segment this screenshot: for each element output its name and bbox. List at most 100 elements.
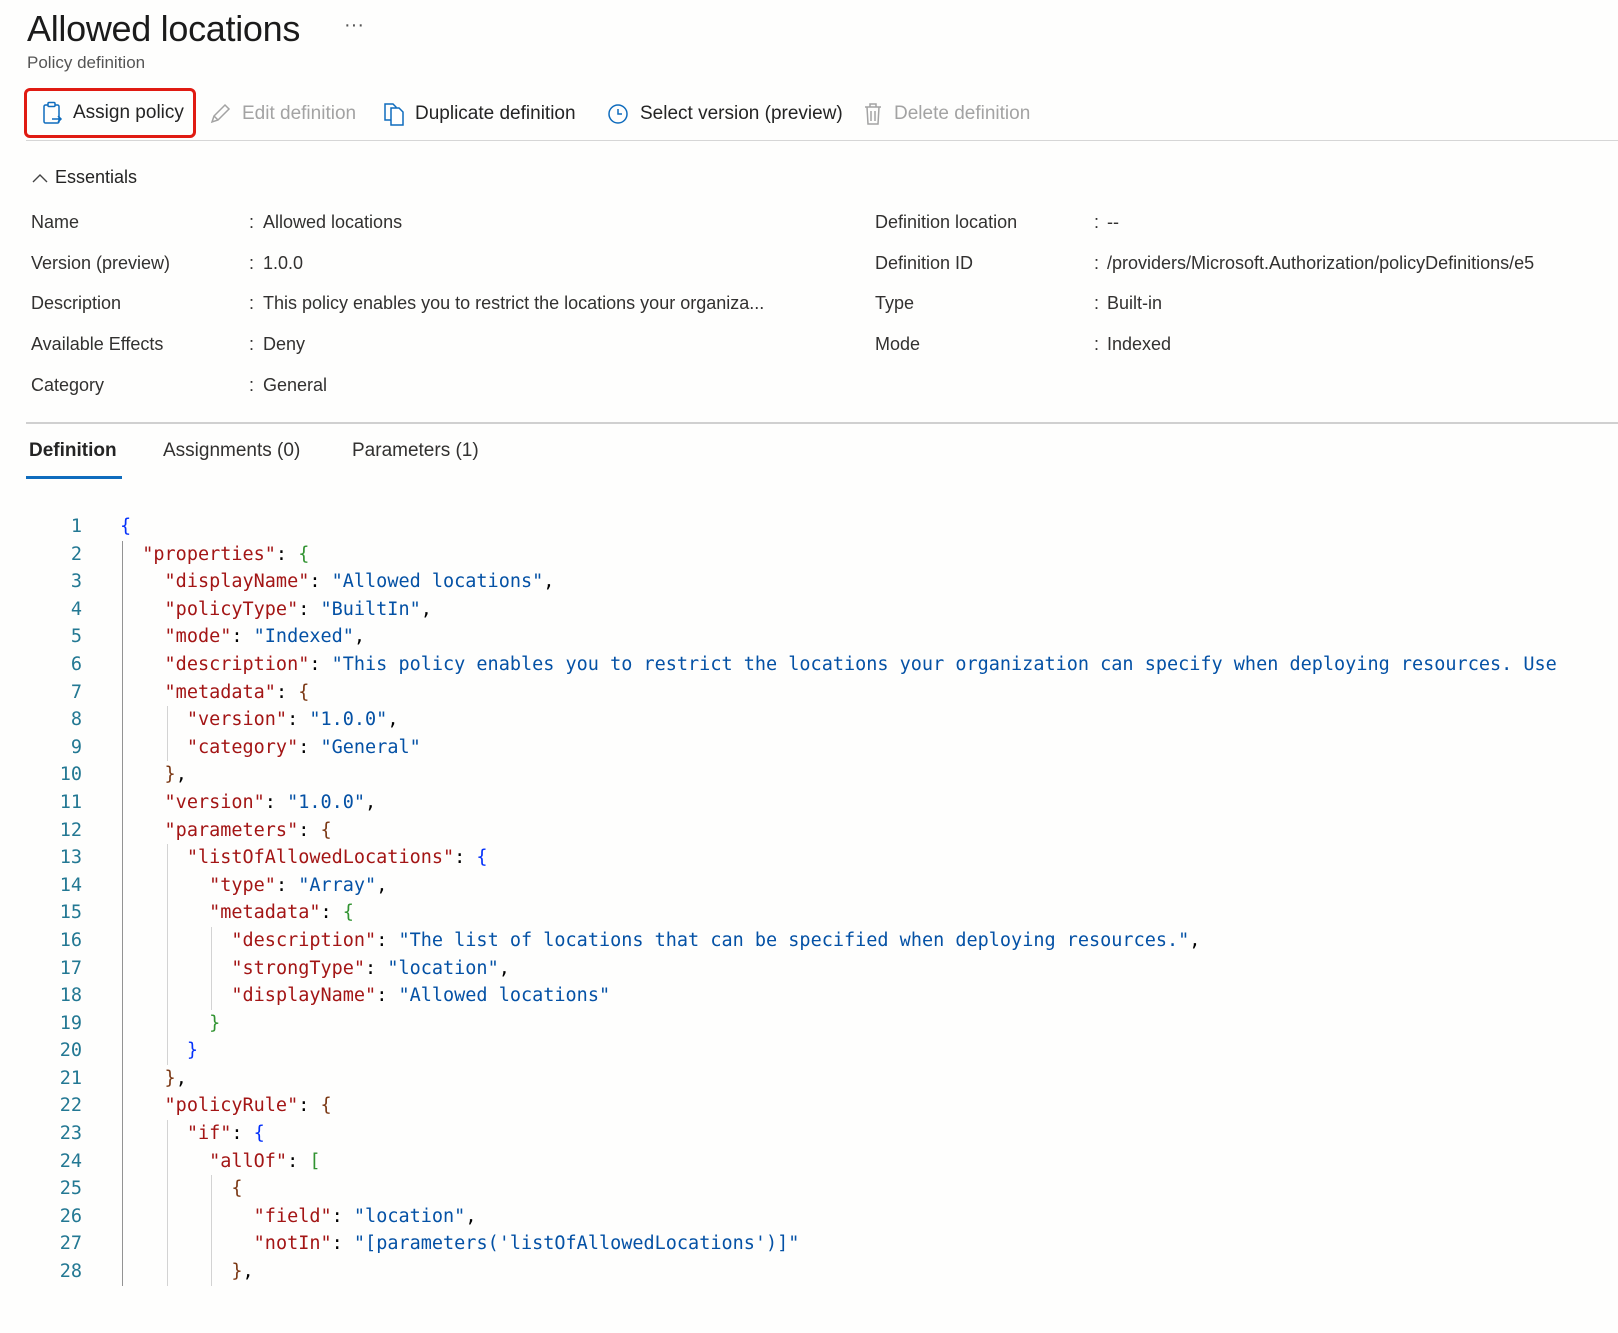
chevron-up-icon — [32, 173, 48, 182]
assign-policy-label: Assign policy — [73, 102, 184, 123]
line-number: 20 — [59, 1040, 82, 1062]
code-line: 23 "if": { — [0, 1120, 1618, 1148]
json-bracket: { — [342, 902, 354, 924]
code-line: 18 "displayName": "Allowed locations" — [0, 982, 1618, 1010]
code-text: "displayName": "Allowed locations" — [231, 982, 610, 1010]
indent-guide — [211, 982, 213, 1010]
indent-guide — [166, 954, 168, 983]
code-text: } — [187, 1037, 198, 1065]
json-punctuation: , — [387, 709, 399, 731]
code-line: 8 "version": "1.0.0", — [0, 706, 1618, 734]
select-version-button[interactable]: Select version (preview) — [606, 88, 843, 140]
code-text: "version": "1.0.0", — [165, 789, 377, 817]
assign-policy-button[interactable]: Assign policy — [24, 88, 196, 138]
json-string: "Allowed locations" — [398, 985, 611, 1007]
code-line: 14 "type": "Array", — [0, 871, 1618, 900]
json-key: "version" — [186, 709, 288, 731]
json-punctuation: : — [231, 626, 254, 648]
json-punctuation: , — [175, 1067, 187, 1089]
line-number: 12 — [59, 819, 82, 841]
json-string: "1.0.0" — [287, 791, 366, 813]
tab-parameters[interactable]: Parameters (1) — [352, 440, 479, 462]
json-key: "mode" — [164, 626, 232, 648]
json-string: "1.0.0" — [309, 709, 388, 731]
indent-guide — [166, 899, 168, 927]
line-number: 14 — [59, 874, 82, 896]
json-bracket: { — [320, 819, 332, 841]
duplicate-definition-button[interactable]: Duplicate definition — [383, 88, 576, 140]
json-punctuation: , — [543, 571, 555, 593]
json-punctuation: : — [298, 819, 321, 841]
json-punctuation: : — [365, 957, 388, 979]
code-line: 12 "parameters": { — [0, 816, 1618, 845]
essentials-label: Category — [31, 375, 105, 395]
code-text: "listOfAllowedLocations": { — [187, 844, 488, 872]
json-punctuation: : — [298, 598, 321, 620]
essentials-label: Definition location — [875, 212, 1018, 232]
json-punctuation: : — [309, 571, 332, 593]
essentials-toggle[interactable]: Essentials — [31, 167, 137, 188]
json-key: "if" — [186, 1123, 232, 1145]
code-line: 19} — [0, 1009, 1618, 1038]
indent-guide — [122, 816, 123, 845]
json-bracket: } — [231, 1261, 243, 1283]
clock-icon — [608, 104, 628, 124]
indent-guide — [211, 954, 213, 983]
json-punctuation: , — [420, 598, 432, 620]
indent-guide — [122, 540, 123, 569]
indent-guide — [122, 1092, 123, 1121]
code-line: 1{ — [0, 513, 1618, 541]
json-key: "description" — [164, 653, 310, 675]
essentials-value: 1.0.0 — [263, 253, 304, 273]
json-punctuation: , — [376, 874, 388, 896]
line-number: 10 — [59, 764, 82, 786]
json-string: "[parameters('listOfAllowedLocations')]" — [353, 1233, 800, 1255]
essentials-label: Name — [31, 212, 80, 232]
indent-guide — [122, 650, 123, 679]
code-text: } — [209, 1010, 220, 1038]
indent-guide — [122, 706, 123, 734]
indent-guide — [122, 678, 123, 707]
tab-definition[interactable]: Definition — [29, 440, 117, 462]
code-line: 24 "allOf": [ — [0, 1147, 1618, 1176]
tab-assignments[interactable]: Assignments (0) — [163, 440, 300, 462]
essentials-value: -- — [1107, 212, 1119, 232]
essentials-label: Type — [875, 293, 915, 313]
json-string: "Indexed" — [253, 626, 354, 648]
indent-guide — [166, 1147, 168, 1176]
code-text: "allOf": [ — [209, 1148, 320, 1176]
json-punctuation: : — [275, 543, 299, 565]
indent-guide — [166, 1037, 168, 1065]
delete-definition-button[interactable]: Delete definition — [862, 88, 1030, 140]
line-number: 3 — [70, 571, 82, 593]
code-text: { — [231, 1175, 242, 1203]
indent-guide — [122, 788, 123, 817]
line-number: 7 — [70, 681, 82, 703]
more-options-button[interactable]: ··· — [344, 14, 364, 37]
essentials-value: Indexed — [1107, 334, 1172, 354]
indent-guide — [166, 844, 168, 872]
json-bracket: } — [164, 1067, 176, 1089]
json-punctuation: : — [287, 709, 310, 731]
json-code-viewer[interactable]: 1{2 "properties": {3 "displayName": "Allow… — [0, 513, 1618, 1333]
json-punctuation: , — [365, 791, 377, 813]
edit-definition-button[interactable]: Edit definition — [208, 88, 356, 140]
json-punctuation: : — [320, 902, 343, 924]
line-number: 27 — [59, 1233, 82, 1255]
colon-separator: : — [1094, 334, 1100, 354]
essentials-value: Allowed locations — [263, 212, 403, 232]
line-number: 2 — [70, 543, 82, 565]
json-punctuation: , — [353, 626, 366, 648]
toolbar-divider — [26, 140, 1618, 141]
json-key: "properties" — [142, 543, 276, 565]
json-punctuation: , — [498, 957, 510, 979]
essentials-value: Built-in — [1107, 293, 1163, 313]
json-string: "Allowed locations" — [331, 571, 544, 593]
code-text: "strongType": "location", — [231, 955, 509, 983]
trash-icon — [865, 103, 881, 125]
line-number: 15 — [59, 902, 82, 924]
line-number: 25 — [59, 1178, 82, 1200]
json-key: "notIn" — [253, 1233, 332, 1255]
essentials-label: Essentials — [55, 167, 138, 187]
json-key: "displayName" — [231, 985, 377, 1007]
